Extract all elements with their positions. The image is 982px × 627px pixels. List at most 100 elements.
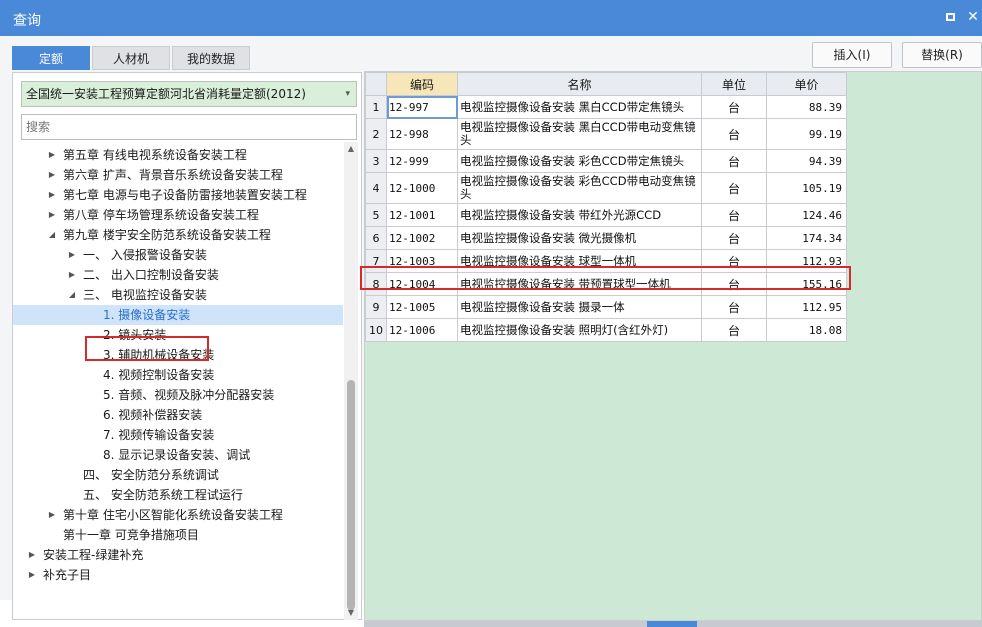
- search-input[interactable]: [21, 114, 357, 140]
- replace-button[interactable]: 替换(R): [902, 42, 982, 68]
- quota-library-select[interactable]: 全国统一安装工程预算定额河北省消耗量定额(2012) ▾: [21, 81, 357, 107]
- price-cell[interactable]: 88.39: [766, 95, 847, 119]
- insert-button[interactable]: 插入(I): [812, 42, 892, 68]
- price-cell[interactable]: 99.19: [766, 118, 847, 150]
- unit-cell[interactable]: 台: [701, 295, 767, 319]
- tree-item[interactable]: 4. 视频控制设备安装: [13, 365, 343, 385]
- tree-item[interactable]: ▶ 补充子目: [13, 565, 343, 585]
- row-number-cell[interactable]: 7: [365, 249, 387, 273]
- unit-cell[interactable]: 台: [701, 272, 767, 296]
- tab-quota[interactable]: 定额: [12, 46, 90, 70]
- code-cell[interactable]: 12-1002: [386, 226, 458, 250]
- row-number-cell[interactable]: 1: [365, 95, 387, 119]
- collapsed-arrow-icon[interactable]: ▶: [67, 245, 77, 265]
- price-cell[interactable]: 124.46: [766, 203, 847, 227]
- splitter-bar[interactable]: [364, 621, 982, 627]
- tree-scrollbar[interactable]: ▲ ▼: [344, 142, 358, 620]
- table-row[interactable]: 10 12-1006 电视监控摄像设备安装 照明灯(含红外灯) 台 18.08: [365, 318, 847, 342]
- tree-item[interactable]: ◢ 三、 电视监控设备安装: [13, 285, 343, 305]
- scroll-up-icon[interactable]: ▲: [344, 144, 358, 154]
- tree-item[interactable]: ▶ 第八章 停车场管理系统设备安装工程: [13, 205, 343, 225]
- table-row[interactable]: 3 12-999 电视监控摄像设备安装 彩色CCD带定焦镜头台 94.39: [365, 149, 847, 173]
- code-cell[interactable]: 12-1003: [386, 249, 458, 273]
- code-cell[interactable]: 12-1004: [386, 272, 458, 296]
- name-cell[interactable]: 电视监控摄像设备安装 微光摄像机: [457, 226, 702, 250]
- row-number-cell[interactable]: 2: [365, 118, 387, 150]
- tree-item[interactable]: 3. 辅助机械设备安装: [13, 345, 343, 365]
- price-cell[interactable]: 94.39: [766, 149, 847, 173]
- column-header-price[interactable]: 单价: [766, 72, 847, 96]
- code-cell[interactable]: 12-1005: [386, 295, 458, 319]
- column-header-name[interactable]: 名称: [457, 72, 702, 96]
- row-number-cell[interactable]: 5: [365, 203, 387, 227]
- tree-item[interactable]: 6. 视频补偿器安装: [13, 405, 343, 425]
- unit-cell[interactable]: 台: [701, 226, 767, 250]
- tree-item[interactable]: 四、 安全防范分系统调试: [13, 465, 343, 485]
- close-icon[interactable]: ✕: [964, 8, 982, 26]
- tab-labor-material-machine[interactable]: 人材机: [92, 46, 170, 70]
- unit-cell[interactable]: 台: [701, 149, 767, 173]
- table-row[interactable]: 7 12-1003 电视监控摄像设备安装 球型一体机台 112.93: [365, 249, 847, 273]
- collapsed-arrow-icon[interactable]: ▶: [47, 205, 57, 225]
- code-cell[interactable]: 12-1006: [386, 318, 458, 342]
- tree-item[interactable]: 7. 视频传输设备安装: [13, 425, 343, 445]
- price-cell[interactable]: 112.95: [766, 295, 847, 319]
- row-number-cell[interactable]: 6: [365, 226, 387, 250]
- table-row[interactable]: 5 12-1001 电视监控摄像设备安装 带红外光源CCD 台 124.46: [365, 203, 847, 227]
- tree-item[interactable]: ▶ 第十章 住宅小区智能化系统设备安装工程: [13, 505, 343, 525]
- table-row[interactable]: 2 12-998 电视监控摄像设备安装 黑白CCD带电动变焦镜头台 99.19: [365, 118, 847, 150]
- name-cell[interactable]: 电视监控摄像设备安装 照明灯(含红外灯): [457, 318, 702, 342]
- unit-cell[interactable]: 台: [701, 172, 767, 204]
- row-number-cell[interactable]: 8: [365, 272, 387, 296]
- name-cell[interactable]: 电视监控摄像设备安装 彩色CCD带电动变焦镜头: [457, 172, 702, 204]
- code-cell[interactable]: 12-997: [386, 95, 458, 119]
- collapsed-arrow-icon[interactable]: ▶: [47, 185, 57, 205]
- tree-item[interactable]: 五、 安全防范系统工程试运行: [13, 485, 343, 505]
- expanded-arrow-icon[interactable]: ◢: [67, 285, 77, 305]
- table-row[interactable]: 6 12-1002 电视监控摄像设备安装 微光摄像机台 174.34: [365, 226, 847, 250]
- name-cell[interactable]: 电视监控摄像设备安装 带预置球型一体机: [457, 272, 702, 296]
- tab-my-data[interactable]: 我的数据: [172, 46, 250, 70]
- name-cell[interactable]: 电视监控摄像设备安装 彩色CCD带定焦镜头: [457, 149, 702, 173]
- code-cell[interactable]: 12-1000: [386, 172, 458, 204]
- tree-item[interactable]: 5. 音频、视频及脉冲分配器安装: [13, 385, 343, 405]
- splitter-grip[interactable]: [647, 621, 697, 627]
- row-number-cell[interactable]: 10: [365, 318, 387, 342]
- tree-item[interactable]: 第十一章 可竞争措施项目: [13, 525, 343, 545]
- collapsed-arrow-icon[interactable]: ▶: [27, 545, 37, 565]
- name-cell[interactable]: 电视监控摄像设备安装 带红外光源CCD: [457, 203, 702, 227]
- row-number-cell[interactable]: 3: [365, 149, 387, 173]
- code-cell[interactable]: 12-998: [386, 118, 458, 150]
- tree-item[interactable]: 2. 镜头安装: [13, 325, 343, 345]
- table-row[interactable]: 8 12-1004 电视监控摄像设备安装 带预置球型一体机台 155.16: [365, 272, 847, 296]
- table-row[interactable]: 1 12-997 电视监控摄像设备安装 黑白CCD带定焦镜头台 88.39: [365, 95, 847, 119]
- scrollbar-thumb[interactable]: [347, 380, 355, 610]
- price-cell[interactable]: 18.08: [766, 318, 847, 342]
- unit-cell[interactable]: 台: [701, 95, 767, 119]
- unit-cell[interactable]: 台: [701, 118, 767, 150]
- price-cell[interactable]: 105.19: [766, 172, 847, 204]
- tree-item[interactable]: 8. 显示记录设备安装、调试: [13, 445, 343, 465]
- row-number-cell[interactable]: 4: [365, 172, 387, 204]
- name-cell[interactable]: 电视监控摄像设备安装 摄录一体: [457, 295, 702, 319]
- code-cell[interactable]: 12-999: [386, 149, 458, 173]
- collapsed-arrow-icon[interactable]: ▶: [47, 505, 57, 525]
- column-header-unit[interactable]: 单位: [701, 72, 767, 96]
- table-row[interactable]: 9 12-1005 电视监控摄像设备安装 摄录一体台 112.95: [365, 295, 847, 319]
- name-cell[interactable]: 电视监控摄像设备安装 黑白CCD带电动变焦镜头: [457, 118, 702, 150]
- tree-item[interactable]: ▶ 二、 出入口控制设备安装: [13, 265, 343, 285]
- tree-item[interactable]: ▶ 安装工程-绿建补充: [13, 545, 343, 565]
- scroll-down-icon[interactable]: ▼: [344, 608, 358, 618]
- tree-item[interactable]: ▶ 第五章 有线电视系统设备安装工程: [13, 145, 343, 165]
- unit-cell[interactable]: 台: [701, 318, 767, 342]
- column-header-code[interactable]: 编码: [386, 72, 458, 96]
- unit-cell[interactable]: 台: [701, 249, 767, 273]
- price-cell[interactable]: 112.93: [766, 249, 847, 273]
- price-cell[interactable]: 155.16: [766, 272, 847, 296]
- tree-item[interactable]: ▶ 一、 入侵报警设备安装: [13, 245, 343, 265]
- collapsed-arrow-icon[interactable]: ▶: [47, 165, 57, 185]
- table-row[interactable]: 4 12-1000 电视监控摄像设备安装 彩色CCD带电动变焦镜头台 105.19: [365, 172, 847, 204]
- tree-item[interactable]: 1. 摄像设备安装: [13, 305, 343, 325]
- tree-item[interactable]: ▶ 第六章 扩声、背景音乐系统设备安装工程: [13, 165, 343, 185]
- collapsed-arrow-icon[interactable]: ▶: [27, 565, 37, 585]
